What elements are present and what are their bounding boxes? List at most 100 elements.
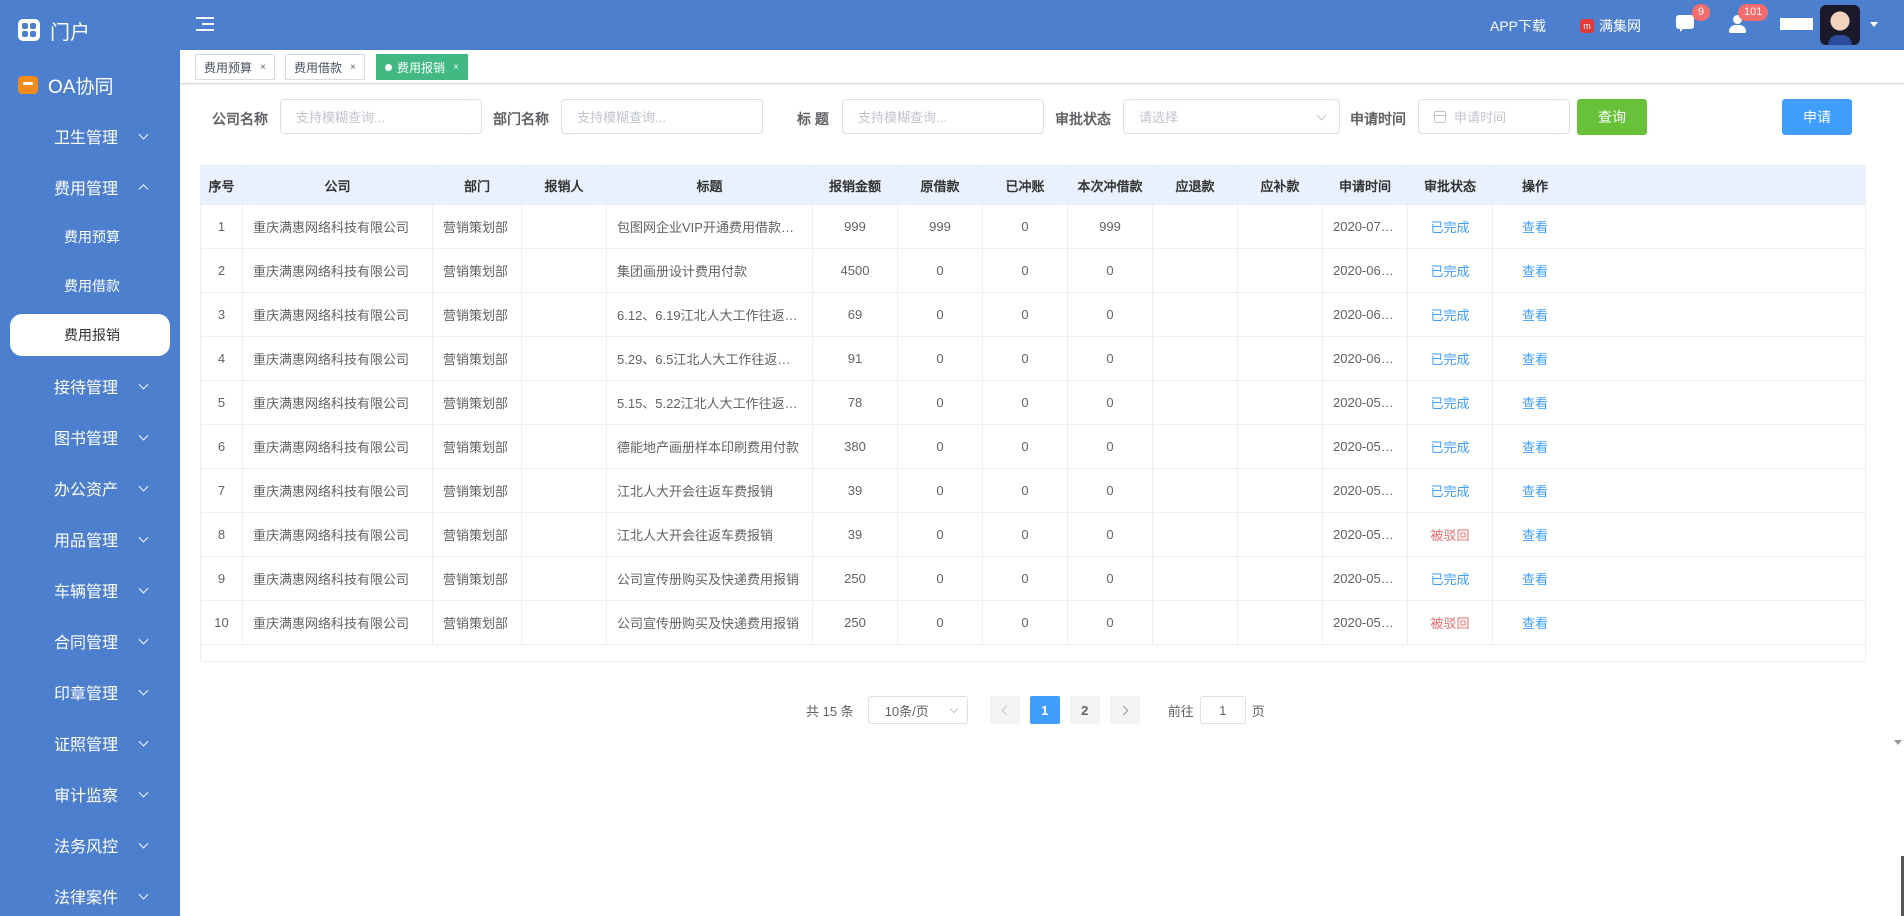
cell-offset: 999	[1068, 205, 1153, 248]
chevron-down-icon	[138, 430, 149, 441]
view-link[interactable]: 查看	[1522, 349, 1548, 368]
cell-company: 重庆满惠网络科技有限公司	[243, 425, 433, 468]
tab-reimbursement[interactable]: 费用报销 ×	[376, 54, 468, 80]
cell-dept: 营销策划部	[433, 381, 522, 424]
cell-company: 重庆满惠网络科技有限公司	[243, 381, 433, 424]
cell-refund	[1153, 513, 1238, 556]
sidebar-menu-item[interactable]: 车辆管理	[0, 564, 180, 615]
tab-loan[interactable]: 费用借款 ×	[285, 54, 365, 80]
view-link[interactable]: 查看	[1522, 305, 1548, 324]
prev-page-button[interactable]	[989, 696, 1020, 724]
chevron-down-icon	[138, 838, 149, 849]
cell-orig-loan-text: 0	[936, 527, 944, 542]
cell-date: 2020-05-19	[1323, 425, 1408, 468]
sidebar-menu-item[interactable]: 用品管理	[0, 513, 180, 564]
cell-no: 8	[201, 513, 243, 556]
sidebar-menu-item[interactable]: 卫生管理	[0, 110, 180, 161]
next-page-button[interactable]	[1109, 696, 1140, 724]
chevron-right-icon	[1118, 705, 1129, 715]
cell-amount-text: 39	[847, 483, 863, 498]
sidebar-menu-item[interactable]: 接待管理	[0, 360, 180, 411]
cell-settled-text: 0	[1021, 483, 1029, 498]
cell-settled: 0	[983, 469, 1068, 512]
portal-link[interactable]: 门户	[0, 0, 180, 60]
column-header: 审批状态	[1408, 166, 1493, 204]
cell-settled-text: 0	[1021, 263, 1029, 278]
cell-company-text: 重庆满惠网络科技有限公司	[253, 264, 410, 279]
cell-status-text: 已完成	[1430, 440, 1470, 455]
close-icon[interactable]: ×	[260, 62, 266, 73]
cell-orig-loan-text: 0	[936, 395, 944, 410]
sidebar-menu-item[interactable]: 图书管理	[0, 411, 180, 462]
sidebar-menu-item[interactable]: 费用管理	[0, 161, 180, 212]
cell-company-text: 重庆满惠网络科技有限公司	[253, 440, 410, 455]
cell-amount-text: 250	[844, 571, 866, 586]
oa-section[interactable]: OA协同	[0, 60, 180, 110]
cell-amount-text: 380	[844, 439, 866, 454]
cell-orig-loan-text: 0	[936, 307, 944, 322]
sidebar-menu-item[interactable]: 办公资产	[0, 462, 180, 513]
view-link[interactable]: 查看	[1522, 569, 1548, 588]
cell-offset: 0	[1068, 425, 1153, 468]
sidebar-menu-item[interactable]: 审计监察	[0, 768, 180, 819]
date-picker[interactable]: 申请时间	[1418, 99, 1570, 134]
view-link[interactable]: 查看	[1522, 217, 1548, 236]
cell-status: 已完成	[1408, 381, 1493, 424]
tab-label: 费用预算	[204, 60, 253, 75]
scroll-arrow-icon[interactable]	[1894, 740, 1902, 745]
cell-status-text: 已完成	[1430, 572, 1470, 587]
cell-date: 2020-05-14	[1323, 513, 1408, 556]
cell-orig-loan: 0	[898, 425, 983, 468]
app-download-link[interactable]: APP下载	[1490, 16, 1546, 36]
sidebar-menu-item[interactable]: 法律案件	[0, 870, 180, 916]
cell-date: 2020-05-11	[1323, 601, 1408, 644]
goto-input[interactable]: 1	[1199, 696, 1246, 724]
status-select[interactable]: 请选择	[1123, 99, 1340, 134]
view-link[interactable]: 查看	[1522, 481, 1548, 500]
cell-offset: 0	[1068, 249, 1153, 292]
cell-offset: 0	[1068, 293, 1153, 336]
dept-input[interactable]: 支持模糊查询...	[561, 99, 763, 134]
cell-orig-loan: 0	[898, 469, 983, 512]
sidebar-subitem[interactable]: 费用预算	[0, 212, 180, 261]
sidebar-menu-label: 图书管理	[54, 430, 119, 448]
sidebar-subitem[interactable]: 费用借款	[0, 261, 180, 310]
avatar[interactable]	[1820, 5, 1860, 45]
mjw-link[interactable]: m 满集网	[1580, 16, 1641, 36]
user-name-block[interactable]	[1780, 18, 1813, 30]
close-icon[interactable]: ×	[350, 62, 356, 73]
page-size-select[interactable]: 10条/页	[867, 696, 968, 724]
cell-orig-loan: 0	[898, 557, 983, 600]
view-link[interactable]: 查看	[1522, 437, 1548, 456]
close-icon[interactable]: ×	[453, 62, 459, 73]
company-input[interactable]: 支持模糊查询...	[280, 99, 482, 134]
view-link[interactable]: 查看	[1522, 261, 1548, 280]
table-row: 10 重庆满惠网络科技有限公司 营销策划部 公司宣传册购买及快递费用报销 250 0 0 0 2…	[201, 601, 1865, 645]
portal-label: 门户	[50, 21, 90, 44]
tab-budget[interactable]: 费用预算 ×	[195, 54, 275, 80]
page-1-button[interactable]: 1	[1029, 696, 1060, 724]
sidebar-subitem[interactable]: 费用报销	[10, 314, 170, 356]
cell-status: 已完成	[1408, 293, 1493, 336]
cell-supplement	[1238, 293, 1323, 336]
sidebar-menu-item[interactable]: 合同管理	[0, 615, 180, 666]
view-link[interactable]: 查看	[1522, 525, 1548, 544]
sidebar-menu-item[interactable]: 证照管理	[0, 717, 180, 768]
cell-offset-text: 0	[1106, 615, 1114, 630]
page-2-button[interactable]: 2	[1069, 696, 1100, 724]
cell-title-text: 集团画册设计费用付款	[617, 264, 748, 279]
title-input[interactable]: 支持模糊查询...	[842, 99, 1044, 134]
view-link[interactable]: 查看	[1522, 613, 1548, 632]
apply-button[interactable]: 申请	[1782, 99, 1852, 135]
caret-down-icon[interactable]	[1870, 22, 1878, 27]
sidebar-menu-item[interactable]: 印章管理	[0, 666, 180, 717]
date-placeholder: 申请时间	[1454, 110, 1507, 125]
menu-fold-icon[interactable]	[196, 17, 214, 31]
sidebar-menu-item[interactable]: 法务风控	[0, 819, 180, 870]
calendar-icon	[1434, 110, 1446, 123]
query-button[interactable]: 查询	[1577, 99, 1647, 135]
table-row: 3 重庆满惠网络科技有限公司 营销策划部 6.12、6.19江北人大工作往返车费报销 6…	[201, 293, 1865, 337]
sidebar-menu-label: 法律案件	[54, 889, 119, 907]
view-link[interactable]: 查看	[1522, 393, 1548, 412]
tab-label: 费用报销	[397, 60, 446, 75]
